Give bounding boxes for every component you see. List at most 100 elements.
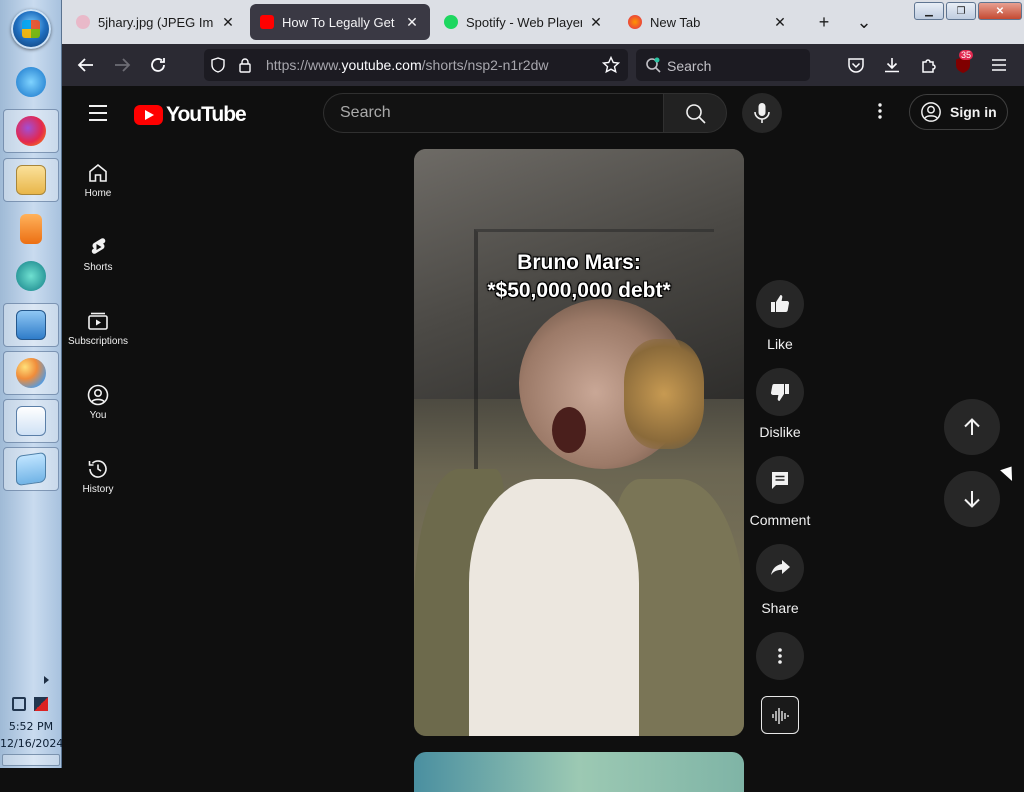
- dislike-button[interactable]: Dislike: [744, 368, 816, 440]
- comment-icon: [772, 472, 788, 489]
- arrow-down-icon: [964, 491, 980, 508]
- share-button[interactable]: Share: [744, 544, 816, 616]
- tab-title: New Tab: [650, 14, 701, 30]
- reload-button[interactable]: [146, 53, 170, 77]
- minimize-button[interactable]: ▁: [914, 2, 944, 20]
- downloads-button[interactable]: [880, 53, 904, 77]
- audio-waveform-icon: [772, 708, 789, 724]
- short-video-player[interactable]: Bruno Mars: *$50,000,000 debt*: [414, 149, 744, 736]
- thumbs-up-icon: [771, 295, 790, 313]
- next-short-button[interactable]: [944, 471, 1000, 527]
- browser-search-field[interactable]: Search: [636, 49, 810, 81]
- settings-more-button[interactable]: [868, 103, 892, 127]
- control-panel-icon[interactable]: [3, 303, 59, 347]
- sign-in-button[interactable]: Sign in: [909, 94, 1008, 130]
- sidebar-label: Home: [84, 188, 112, 199]
- volume-muted-icon[interactable]: [34, 697, 48, 711]
- sidebar-label: History: [82, 484, 114, 495]
- history-icon: [88, 460, 107, 478]
- previous-short-button[interactable]: [944, 399, 1000, 455]
- sidebar-item-home[interactable]: Home: [62, 149, 134, 217]
- sidebar-item-you[interactable]: You: [62, 371, 134, 439]
- home-icon: [89, 163, 107, 182]
- tab-jpeg-image[interactable]: 5jhary.jpg (JPEG Image, 1 ✕: [66, 4, 246, 40]
- comment-label: Comment: [749, 512, 811, 528]
- notepad-icon[interactable]: [3, 447, 59, 491]
- start-button[interactable]: [11, 9, 51, 49]
- youtube-play-icon: [134, 105, 163, 125]
- comment-button[interactable]: Comment: [744, 456, 816, 528]
- browser-tab-bar: 5jhary.jpg (JPEG Image, 1 ✕ How To Legal…: [62, 0, 1024, 44]
- show-desktop-button[interactable]: [2, 754, 60, 766]
- forward-button[interactable]: [110, 53, 134, 77]
- clock-date[interactable]: 12/16/2024: [0, 737, 63, 750]
- sign-in-label: Sign in: [950, 104, 997, 120]
- sidebar-item-history[interactable]: History: [62, 445, 134, 513]
- more-vertical-icon: [778, 648, 782, 664]
- browser-search-placeholder: Search: [667, 58, 712, 74]
- url-path: /shorts/nsp2-n1r2dw: [421, 57, 549, 73]
- search-placeholder: Search: [340, 104, 391, 121]
- sidebar-item-shorts[interactable]: Shorts: [62, 223, 134, 291]
- pocket-icon: [848, 58, 864, 73]
- tracking-protection-shield-icon[interactable]: [210, 57, 226, 73]
- sidebar-label: You: [89, 410, 107, 421]
- forward-arrow-icon: [115, 58, 131, 72]
- clock-time[interactable]: 5:52 PM: [0, 720, 62, 733]
- next-short-preview[interactable]: [414, 752, 744, 792]
- like-button[interactable]: Like: [744, 280, 816, 352]
- youtube-logo[interactable]: YouTube: [134, 103, 247, 127]
- list-all-tabs-button[interactable]: ⌄: [852, 10, 876, 34]
- tab-new-tab[interactable]: New Tab ✕: [618, 4, 798, 40]
- subscriptions-icon: [88, 312, 108, 330]
- tab-youtube[interactable]: How To Legally Get Free ✕: [250, 4, 430, 40]
- microphone-icon: [754, 103, 770, 123]
- search-button[interactable]: [663, 93, 727, 133]
- url-text: https://www.youtube.com/shorts/nsp2-n1r2…: [266, 57, 548, 73]
- url-host: youtube.com: [341, 57, 422, 73]
- voice-search-button[interactable]: [742, 93, 782, 133]
- bookmark-star-icon[interactable]: [602, 56, 620, 74]
- like-label: Like: [767, 336, 793, 352]
- tab-title: Spotify - Web Player: Mu: [466, 14, 582, 30]
- account-circle-icon: [921, 102, 941, 122]
- paint-icon[interactable]: [3, 351, 59, 395]
- network-icon[interactable]: [12, 697, 26, 711]
- extensions-button[interactable]: [917, 53, 941, 77]
- search-engine-icon: [646, 57, 661, 73]
- firefox-favicon-icon: [628, 15, 642, 29]
- close-tab-icon[interactable]: ✕: [404, 14, 420, 31]
- file-explorer-icon[interactable]: [3, 158, 59, 202]
- sidebar-item-subscriptions[interactable]: Subscriptions: [62, 297, 134, 365]
- share-arrow-icon: [771, 560, 790, 575]
- lock-icon[interactable]: [238, 57, 252, 73]
- pocket-button[interactable]: [844, 53, 868, 77]
- download-icon: [885, 58, 899, 73]
- more-actions-button[interactable]: [744, 632, 816, 680]
- close-tab-icon[interactable]: ✕: [588, 14, 604, 31]
- arrow-up-icon: [964, 418, 980, 435]
- wordpad-icon[interactable]: [3, 399, 59, 443]
- youtube-page: YouTube Search Sign in Home Shorts Subsc…: [62, 86, 1024, 792]
- youtube-favicon-icon: [260, 15, 274, 29]
- new-tab-button[interactable]: +: [812, 10, 836, 34]
- back-button[interactable]: [74, 53, 98, 77]
- search-input[interactable]: Search: [323, 93, 663, 133]
- close-tab-icon[interactable]: ✕: [772, 14, 788, 31]
- sound-remix-button[interactable]: [761, 696, 799, 734]
- firefox-icon[interactable]: [3, 109, 59, 153]
- messenger-icon[interactable]: [3, 254, 59, 298]
- close-tab-icon[interactable]: ✕: [220, 14, 236, 31]
- close-window-button[interactable]: ✕: [978, 2, 1022, 20]
- video-person-shirt: [469, 479, 639, 736]
- internet-explorer-icon[interactable]: [3, 60, 59, 104]
- show-hidden-icons-icon[interactable]: [44, 676, 49, 684]
- shorts-icon: [91, 238, 106, 254]
- tab-spotify[interactable]: Spotify - Web Player: Mu ✕: [434, 4, 614, 40]
- media-player-icon[interactable]: [3, 207, 59, 251]
- restore-button[interactable]: ❐: [946, 2, 976, 20]
- windows-taskbar: 5:52 PM 12/16/2024: [0, 0, 63, 768]
- address-bar[interactable]: https://www.youtube.com/shorts/nsp2-n1r2…: [204, 49, 628, 81]
- guide-menu-button[interactable]: [89, 105, 107, 126]
- app-menu-button[interactable]: [987, 53, 1011, 77]
